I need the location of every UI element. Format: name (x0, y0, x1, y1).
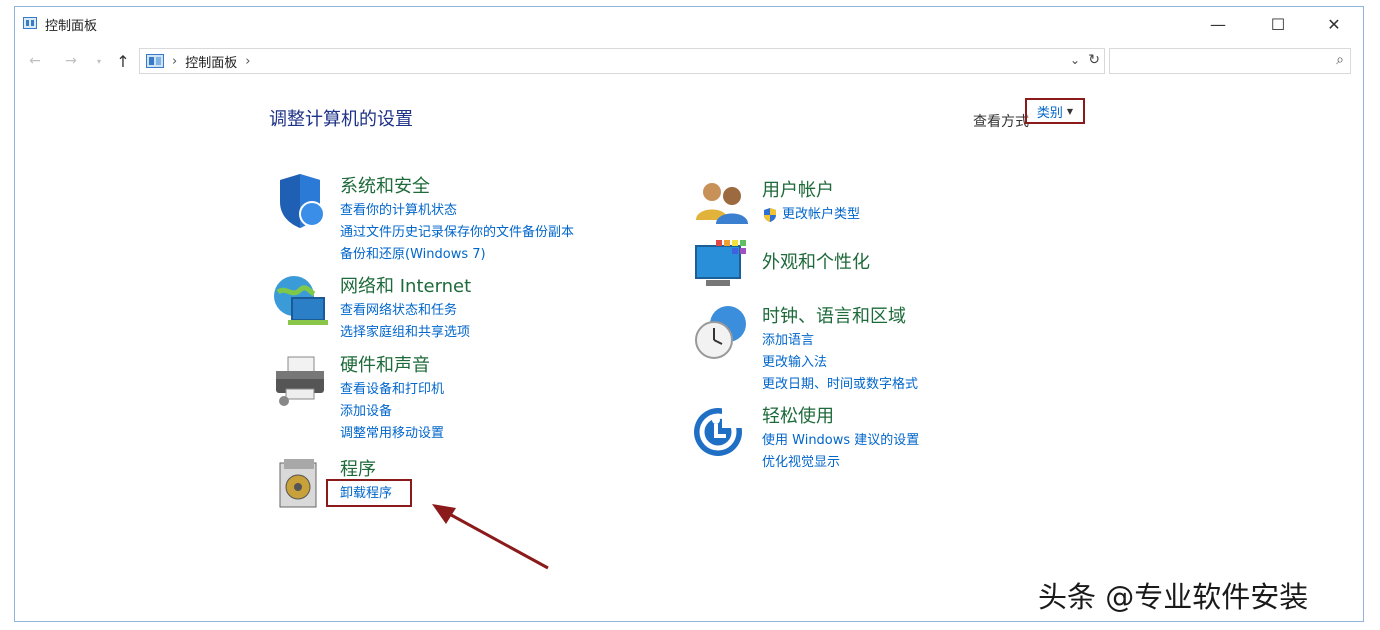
address-bar[interactable]: › 控制面板 › ⌄ ↻ (139, 48, 1105, 74)
close-button[interactable]: ✕ (1311, 11, 1357, 37)
refresh-icon[interactable]: ↻ (1088, 52, 1100, 68)
close-icon: ✕ (1327, 14, 1341, 34)
category-title[interactable]: 硬件和声音 (340, 351, 430, 377)
link-network-status[interactable]: 查看网络状态和任务 (340, 300, 470, 322)
link-change-date-time-format[interactable]: 更改日期、时间或数字格式 (762, 374, 918, 396)
back-button[interactable]: ← (25, 51, 45, 71)
breadcrumb-control-panel[interactable]: 控制面板 (185, 52, 237, 71)
link-backup-restore[interactable]: 备份和还原(Windows 7) (340, 244, 574, 266)
control-panel-location-icon (146, 54, 164, 68)
printer-icon (276, 356, 324, 406)
back-arrow-icon: ← (29, 53, 41, 69)
minimize-icon: — (1210, 14, 1226, 34)
category-title[interactable]: 程序 (340, 455, 376, 481)
up-button[interactable]: ↑ (113, 51, 133, 71)
monitor-icon (695, 240, 746, 286)
programs-icon (279, 459, 317, 508)
view-by-dropdown[interactable]: 类别 ▼ (1025, 98, 1085, 124)
address-dropdown-icon[interactable]: ⌄ (1070, 53, 1080, 67)
link-add-device[interactable]: 添加设备 (340, 401, 444, 423)
page-title: 调整计算机的设置 (269, 109, 413, 130)
link-mobility-settings[interactable]: 调整常用移动设置 (340, 423, 444, 445)
maximize-icon: ☐ (1270, 14, 1286, 34)
search-input[interactable]: ⌕ (1109, 48, 1351, 74)
title-bar: 控制面板 — ☐ ✕ (15, 7, 1363, 41)
control-panel-window: 控制面板 — ☐ ✕ ← → ▾ ↑ › 控制面板 › ⌄ ↻ ⌕ 调整计算机的… (14, 6, 1364, 622)
navigation-bar: ← → ▾ ↑ › 控制面板 › ⌄ ↻ ⌕ (15, 45, 1363, 77)
shield-icon (280, 174, 325, 228)
minimize-button[interactable]: — (1195, 11, 1241, 37)
category-title[interactable]: 轻松使用 (762, 402, 834, 428)
recent-locations-button[interactable]: ▾ (89, 51, 109, 71)
annotation-arrow-icon (432, 504, 549, 570)
link-devices-printers[interactable]: 查看设备和打印机 (340, 379, 444, 401)
view-by-label: 查看方式 (973, 114, 1029, 130)
link-change-input-method[interactable]: 更改输入法 (762, 352, 918, 374)
forward-button[interactable]: → (61, 51, 81, 71)
window-title: 控制面板 (45, 19, 98, 34)
control-panel-icon (23, 17, 37, 29)
category-title[interactable]: 时钟、语言和区域 (762, 302, 906, 328)
ease-of-access-icon (694, 408, 752, 456)
breadcrumb-separator: › (172, 53, 178, 69)
link-optimize-visual-display[interactable]: 优化视觉显示 (762, 452, 919, 474)
link-view-computer-status[interactable]: 查看你的计算机状态 (340, 200, 574, 222)
uac-shield-icon (764, 208, 776, 222)
category-title[interactable]: 用户帐户 (762, 176, 834, 202)
forward-arrow-icon: → (65, 53, 77, 69)
highlight-box-uninstall (326, 479, 412, 507)
watermark-text: 头条 @专业软件安装 (1038, 580, 1309, 614)
category-title[interactable]: 外观和个性化 (762, 248, 870, 274)
search-icon: ⌕ (1336, 52, 1344, 68)
link-recommended-settings[interactable]: 使用 Windows 建议的设置 (762, 430, 919, 452)
maximize-button[interactable]: ☐ (1255, 11, 1301, 37)
link-change-account-type-label: 更改帐户类型 (782, 207, 861, 222)
link-file-history[interactable]: 通过文件历史记录保存你的文件备份副本 (340, 222, 574, 244)
globe-network-icon (274, 276, 328, 325)
chevron-down-icon: ▼ (1066, 106, 1074, 116)
link-homegroup[interactable]: 选择家庭组和共享选项 (340, 322, 470, 344)
users-icon (696, 183, 748, 224)
link-change-account-type[interactable]: 更改帐户类型 (762, 204, 860, 226)
link-add-language[interactable]: 添加语言 (762, 330, 918, 352)
category-title[interactable]: 网络和 Internet (340, 272, 471, 298)
breadcrumb-separator-end[interactable]: › (245, 54, 250, 69)
view-by-value: 类别 (1036, 105, 1063, 121)
up-arrow-icon: ↑ (116, 51, 130, 71)
clock-globe-icon (695, 306, 746, 359)
category-title[interactable]: 系统和安全 (340, 172, 430, 198)
